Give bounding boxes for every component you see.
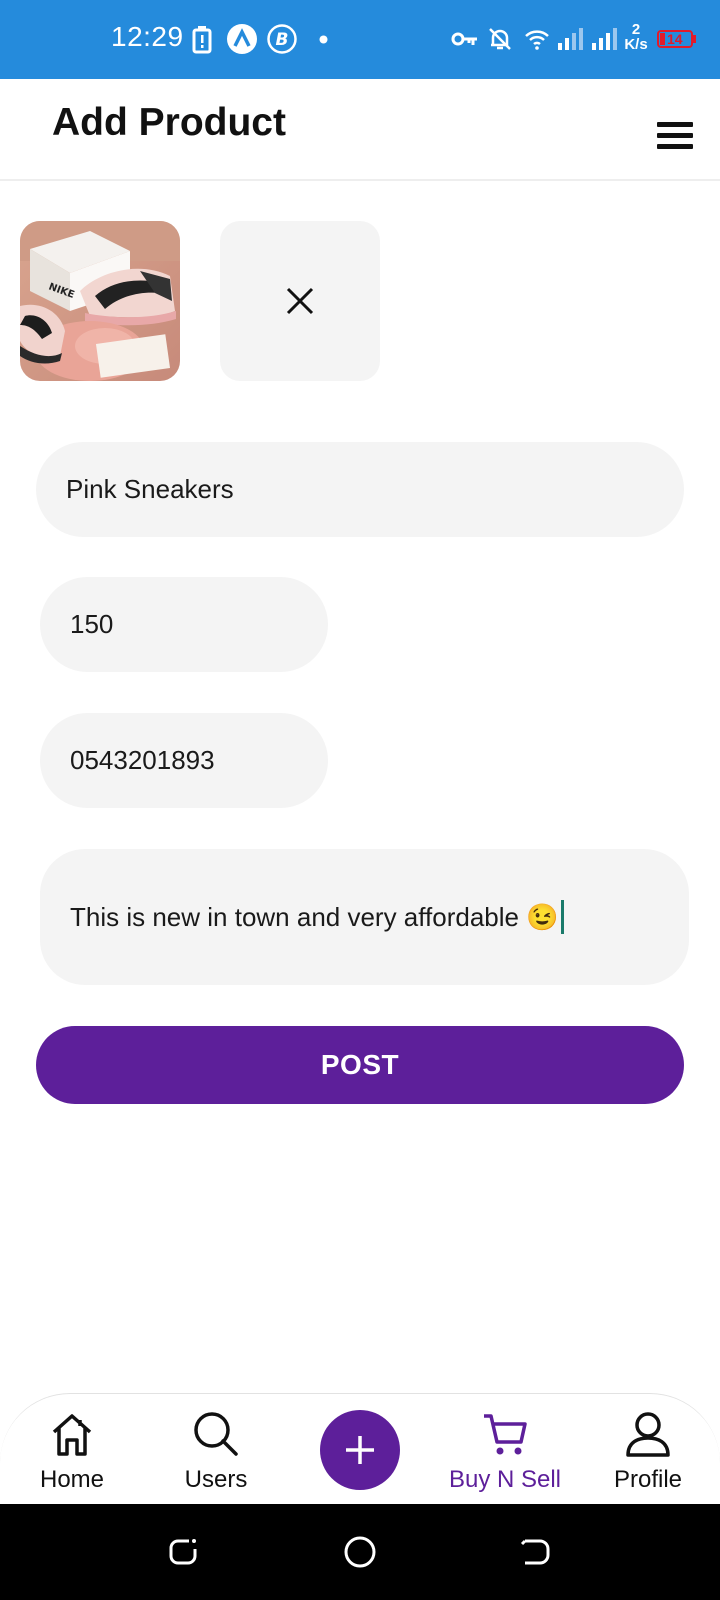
nav-profile-label: Profile (613, 1466, 683, 1493)
close-icon (286, 287, 314, 315)
battery-saver-icon (192, 26, 212, 54)
vpn-key-icon (451, 32, 477, 46)
network-speed-unit: K/s (624, 36, 648, 53)
nav-home[interactable]: Home (12, 1394, 132, 1505)
product-image: NIKE (20, 221, 180, 381)
back-icon[interactable] (519, 1535, 553, 1569)
svg-text:B: B (276, 30, 289, 50)
page-title: Add Product (52, 101, 286, 144)
wifi-icon (525, 30, 549, 50)
nav-home-label: Home (39, 1466, 105, 1493)
text-cursor (560, 900, 564, 934)
add-fab-button[interactable] (320, 1410, 400, 1490)
phone-value: 0543201893 (70, 745, 215, 775)
post-button[interactable]: POST (36, 1026, 684, 1104)
price-field[interactable]: 150 (40, 577, 328, 672)
system-nav-bar (0, 1504, 720, 1600)
battery-level: 14 (667, 31, 683, 47)
nav-buy-n-sell-label: Buy N Sell (448, 1466, 562, 1493)
recents-icon[interactable] (167, 1535, 201, 1569)
product-image-thumbnail[interactable]: NIKE (20, 221, 180, 381)
network-speed-value: 2 (631, 21, 641, 38)
app-a-icon (227, 24, 257, 54)
battery-fill (660, 33, 665, 45)
cart-icon (484, 1414, 527, 1455)
product-name-value: Pink Sneakers (66, 474, 234, 504)
status-bar: 12:29 B 2 K/s 14 (0, 0, 720, 79)
app-header: Add Product (0, 79, 720, 181)
battery-tip (693, 35, 696, 43)
nav-users[interactable]: Users (156, 1394, 276, 1505)
price-value: 150 (70, 609, 114, 639)
nav-profile[interactable]: Profile (588, 1394, 708, 1505)
battery-icon: 14 (657, 30, 693, 48)
product-name-field[interactable]: Pink Sneakers (36, 442, 684, 537)
person-icon (626, 1412, 670, 1457)
app-b-icon: B (267, 24, 297, 54)
home-circle-icon[interactable] (343, 1535, 377, 1569)
status-time: 12:29 (111, 21, 184, 52)
description-field[interactable]: This is new in town and very affordable … (40, 849, 689, 985)
dot-icon (319, 35, 328, 44)
hamburger-menu-icon[interactable] (657, 122, 693, 150)
remove-image-button[interactable] (220, 221, 380, 381)
post-button-label: POST (320, 1049, 400, 1080)
description-value: This is new in town and very affordable … (70, 901, 559, 932)
mute-bell-icon (489, 28, 511, 50)
signal-2-icon (592, 28, 617, 50)
network-speed: 2 K/s (623, 22, 649, 52)
nav-users-label: Users (184, 1466, 248, 1493)
plus-icon (346, 1436, 374, 1464)
nav-buy-n-sell[interactable]: Buy N Sell (445, 1394, 565, 1505)
signal-1-icon (558, 28, 583, 50)
home-icon (52, 1414, 92, 1456)
search-icon (194, 1412, 238, 1456)
phone-field[interactable]: 0543201893 (40, 713, 328, 808)
